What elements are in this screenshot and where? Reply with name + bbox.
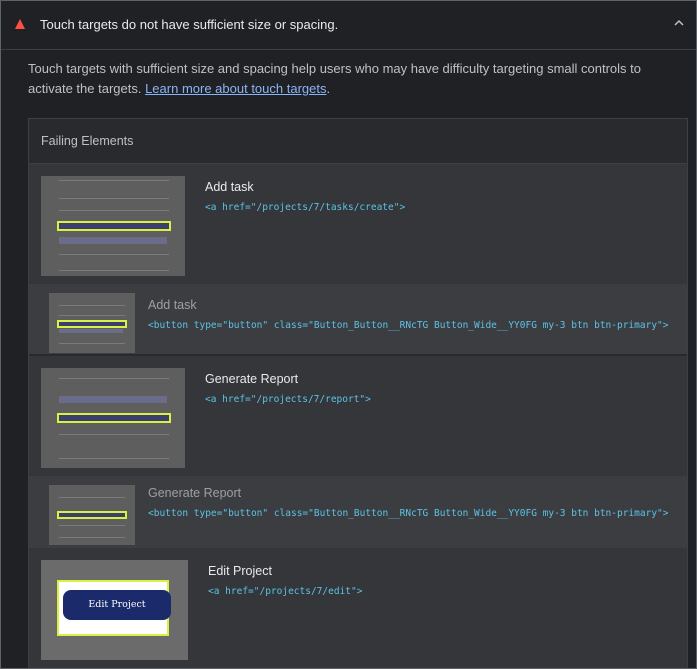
element-screenshot [41, 368, 185, 468]
table-row[interactable]: Generate Report <button type="button" cl… [29, 476, 687, 548]
element-screenshot: Edit Project [41, 560, 188, 660]
warning-triangle-icon [15, 19, 25, 29]
description-text: Touch targets with sufficient size and s… [28, 61, 641, 96]
learn-more-link[interactable]: Learn more about touch targets [145, 81, 326, 96]
node-label: Edit Project [208, 564, 272, 578]
node-label: Add task [205, 180, 254, 194]
description-suffix: . [326, 81, 331, 96]
table-row[interactable]: Add task <a href="/projects/7/tasks/crea… [29, 164, 687, 284]
table-row[interactable]: Edit Project Edit Project <a href="/proj… [29, 548, 687, 668]
audit-header[interactable]: Touch targets do not have sufficient siz… [1, 1, 696, 50]
table-row[interactable]: Generate Report <a href="/projects/7/rep… [29, 356, 687, 476]
element-screenshot [49, 485, 135, 545]
failing-elements-table: Failing Elements Add task <a href="/proj… [28, 118, 688, 668]
audit-panel: Touch targets do not have sufficient siz… [0, 0, 697, 669]
failing-elements-title: Failing Elements [41, 134, 134, 148]
edit-project-thumb-button: Edit Project [63, 590, 171, 620]
node-label: Add task [148, 298, 197, 312]
table-row[interactable]: Add task <button type="button" class="Bu… [29, 284, 687, 354]
element-screenshot [49, 293, 135, 353]
chevron-up-icon[interactable] [674, 18, 684, 28]
node-snippet[interactable]: <a href="/projects/7/report"> [205, 394, 371, 405]
element-screenshot [41, 176, 185, 276]
node-snippet[interactable]: <button type="button" class="Button_Butt… [148, 508, 668, 519]
node-snippet[interactable]: <a href="/projects/7/tasks/create"> [205, 202, 405, 213]
failing-elements-header: Failing Elements [29, 119, 687, 164]
node-label: Generate Report [148, 486, 242, 500]
node-snippet[interactable]: <button type="button" class="Button_Butt… [148, 320, 668, 331]
audit-title: Touch targets do not have sufficient siz… [40, 17, 339, 32]
audit-description: Touch targets with sufficient size and s… [28, 59, 668, 99]
node-label: Generate Report [205, 372, 299, 386]
highlight-frame: Edit Project [57, 580, 171, 636]
node-snippet[interactable]: <a href="/projects/7/edit"> [208, 586, 362, 597]
